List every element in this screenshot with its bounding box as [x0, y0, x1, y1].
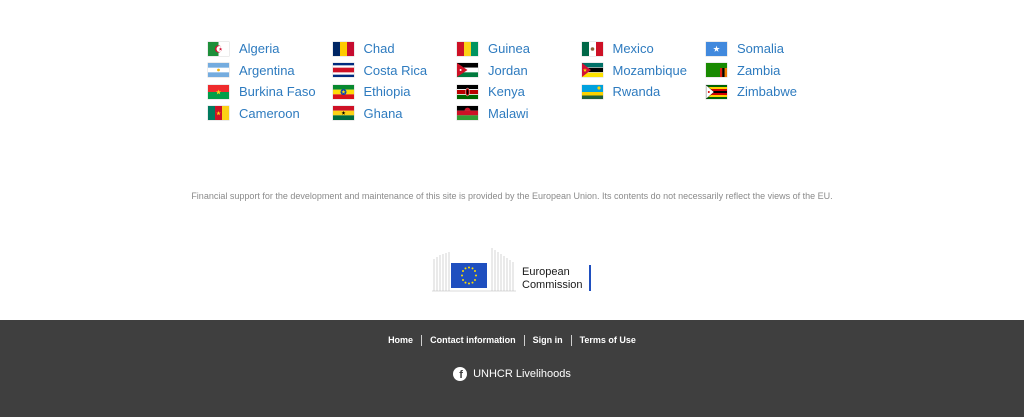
- country-link-zimbabwe[interactable]: Zimbabwe: [706, 81, 831, 103]
- country-column: Mexico Mozambique Rwanda: [581, 38, 707, 124]
- footer-nav: Home Contact information Sign in Terms o…: [0, 334, 1024, 346]
- rwanda-flag-icon: [581, 84, 603, 99]
- ec-logo-line2: Commission: [522, 279, 583, 291]
- country-name: Argentina: [239, 62, 295, 78]
- facebook-link-label: UNHCR Livelihoods: [473, 368, 571, 380]
- country-name: Rwanda: [612, 84, 661, 100]
- mozambique-flag-icon: [581, 63, 603, 78]
- country-name: Ghana: [363, 105, 403, 121]
- facebook-link[interactable]: f UNHCR Livelihoods: [0, 367, 1024, 381]
- footer-separator: [570, 335, 572, 346]
- argentina-flag-icon: [208, 63, 229, 78]
- footer-separator: [523, 335, 525, 346]
- country-name: Kenya: [488, 84, 525, 100]
- country-link-malawi[interactable]: Malawi: [457, 103, 582, 125]
- country-link-algeria[interactable]: Algeria: [208, 38, 333, 60]
- costa-rica-flag-icon: [332, 63, 354, 78]
- country-name: Algeria: [239, 41, 280, 57]
- country-link-mozambique[interactable]: Mozambique: [581, 60, 707, 82]
- footer-separator: [421, 335, 423, 346]
- country-name: Somalia: [737, 41, 784, 57]
- country-link-mexico[interactable]: Mexico: [581, 38, 707, 60]
- jordan-flag-icon: [457, 63, 478, 78]
- country-link-cameroon[interactable]: Cameroon: [208, 103, 333, 125]
- country-name: Ethiopia: [363, 84, 411, 100]
- country-link-jordan[interactable]: Jordan: [457, 60, 582, 82]
- footer-link-terms[interactable]: Terms of Use: [580, 335, 636, 345]
- burkina-faso-flag-icon: [208, 84, 229, 99]
- eu-disclaimer: Financial support for the development an…: [191, 191, 833, 201]
- country-link-rwanda[interactable]: Rwanda: [581, 81, 707, 103]
- footer-link-contact[interactable]: Contact information: [430, 335, 516, 345]
- footer-link-home[interactable]: Home: [388, 335, 413, 345]
- country-column: Guinea Jordan Kenya Malawi: [457, 38, 582, 124]
- mexico-flag-icon: [581, 41, 603, 56]
- country-name: Burkina Faso: [239, 84, 316, 100]
- country-name: Mexico: [612, 41, 654, 57]
- country-column: Algeria Argentina Burkina Faso Cameroon: [208, 38, 333, 124]
- country-link-costa-rica[interactable]: Costa Rica: [332, 60, 458, 82]
- country-link-chad[interactable]: Chad: [332, 38, 458, 60]
- ethiopia-flag-icon: [332, 84, 354, 99]
- country-name: Mozambique: [612, 62, 687, 78]
- footer-link-sign-in[interactable]: Sign in: [533, 335, 563, 345]
- country-link-argentina[interactable]: Argentina: [208, 60, 333, 82]
- country-link-kenya[interactable]: Kenya: [457, 81, 582, 103]
- somalia-flag-icon: [706, 41, 727, 56]
- malawi-flag-icon: [457, 106, 478, 121]
- country-link-somalia[interactable]: Somalia: [706, 38, 831, 60]
- country-link-zambia[interactable]: Zambia: [706, 60, 831, 82]
- site-footer: Home Contact information Sign in Terms o…: [0, 320, 1024, 417]
- country-link-ethiopia[interactable]: Ethiopia: [332, 81, 458, 103]
- country-name: Jordan: [488, 62, 528, 78]
- country-name: Zimbabwe: [737, 84, 797, 100]
- zimbabwe-flag-icon: [706, 84, 727, 99]
- ec-logo-line1: European: [522, 266, 570, 278]
- algeria-flag-icon: [208, 41, 229, 56]
- country-name: Guinea: [488, 41, 530, 57]
- ghana-flag-icon: [332, 106, 354, 121]
- country-link-guinea[interactable]: Guinea: [457, 38, 582, 60]
- country-name: Costa Rica: [363, 62, 428, 78]
- kenya-flag-icon: [457, 84, 478, 99]
- chad-flag-icon: [332, 41, 354, 56]
- cameroon-flag-icon: [208, 106, 229, 121]
- country-link-ghana[interactable]: Ghana: [332, 103, 458, 125]
- facebook-icon: f: [453, 367, 468, 381]
- country-link-burkina-faso[interactable]: Burkina Faso: [208, 81, 333, 103]
- country-name: Cameroon: [239, 105, 300, 121]
- country-name: Chad: [363, 41, 395, 57]
- zambia-flag-icon: [706, 63, 727, 78]
- country-name: Malawi: [488, 105, 529, 121]
- guinea-flag-icon: [457, 41, 478, 56]
- country-column: Chad Costa Rica Ethiopia Ghana: [332, 38, 458, 125]
- country-list: Algeria Argentina Burkina Faso Cameroon: [208, 38, 831, 124]
- country-name: Zambia: [737, 62, 781, 78]
- country-column: Somalia Zambia Zimbabwe: [706, 38, 831, 124]
- ec-logo-bar: [589, 265, 591, 291]
- european-commission-logo: European Commission: [432, 248, 591, 292]
